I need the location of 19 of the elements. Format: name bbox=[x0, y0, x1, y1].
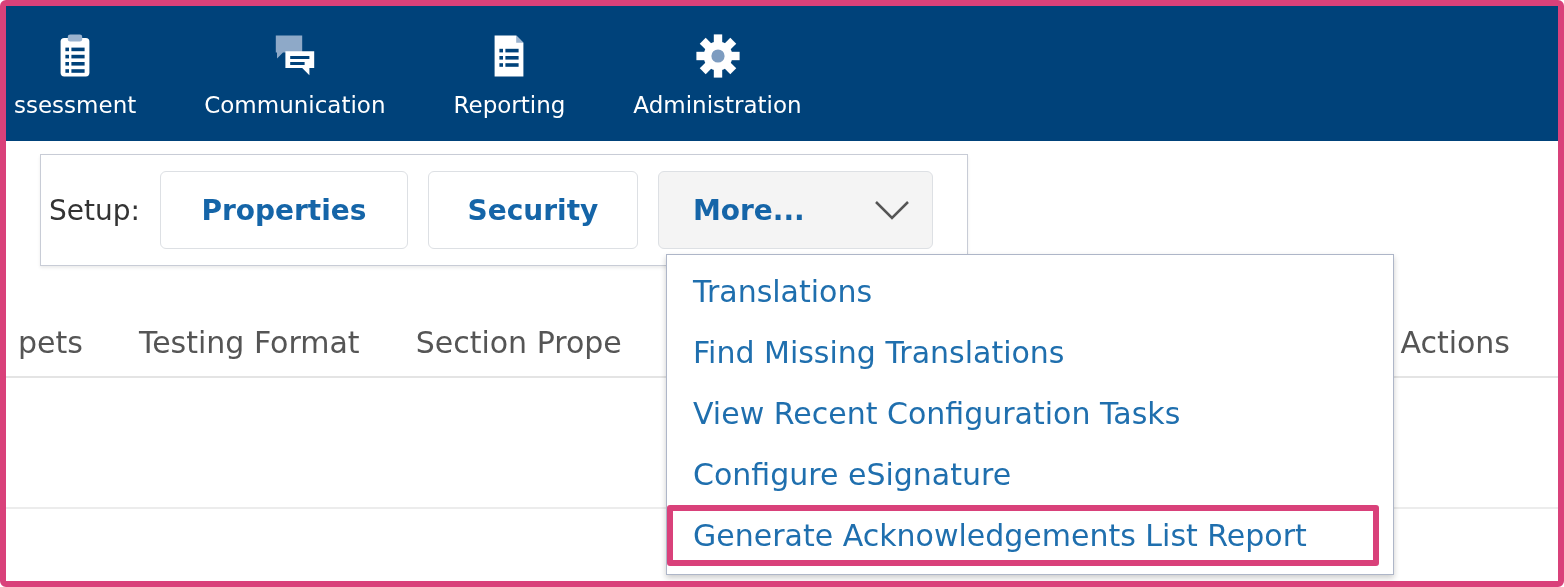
menu-item[interactable]: View Recent Configuration Tasks bbox=[667, 383, 1379, 444]
menu-item[interactable]: Generate Acknowledgements List Report bbox=[667, 505, 1379, 566]
menu-item[interactable]: Translations bbox=[667, 261, 1379, 322]
menu-item[interactable]: Configure eSignature bbox=[667, 444, 1379, 505]
tab[interactable]: Section Prope bbox=[415, 325, 622, 360]
more-dropdown[interactable]: More... bbox=[657, 171, 933, 249]
nav-item[interactable]: ssessment bbox=[14, 32, 137, 118]
menu-item[interactable]: Find Missing Translations bbox=[667, 322, 1379, 383]
setup-label: Setup: bbox=[49, 193, 140, 227]
nav-item[interactable]: Reporting bbox=[453, 32, 566, 118]
setup-button[interactable]: Security bbox=[427, 171, 638, 249]
nav-item[interactable]: Administration bbox=[633, 32, 802, 118]
tab[interactable]: pets bbox=[18, 325, 83, 360]
tab[interactable]: Testing Format bbox=[138, 325, 360, 360]
nav-item[interactable]: Communication bbox=[204, 32, 386, 118]
chevron-down-icon bbox=[873, 200, 910, 220]
gear-icon bbox=[693, 32, 742, 80]
tab[interactable]: Actions bbox=[1400, 325, 1510, 360]
setup-button[interactable]: Properties bbox=[159, 171, 408, 249]
